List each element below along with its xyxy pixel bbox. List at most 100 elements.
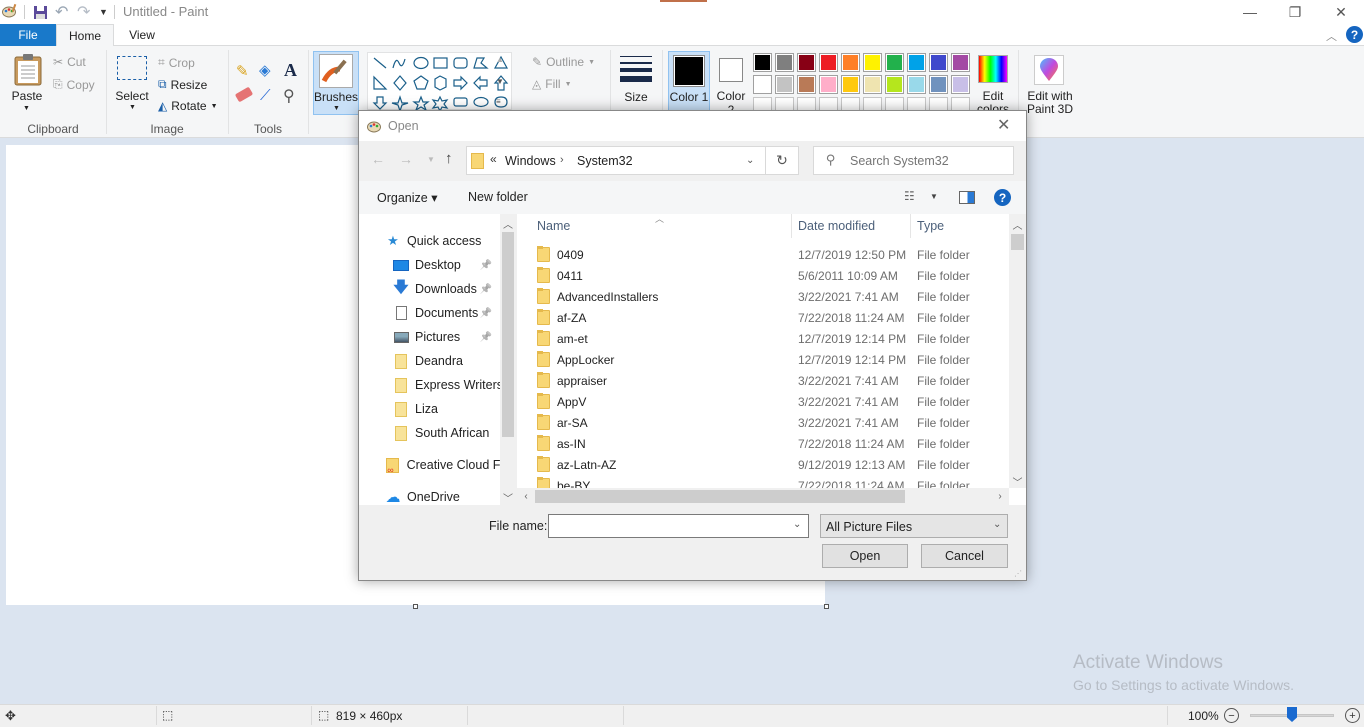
new-folder-button[interactable]: New folder <box>468 190 528 204</box>
tab-file[interactable]: File <box>0 24 56 46</box>
undo-icon[interactable]: ↶ <box>55 4 68 21</box>
paste-button[interactable]: Paste ▼ <box>8 52 46 116</box>
nav-item-onedrive[interactable]: ☁ OneDrive <box>359 485 504 509</box>
nav-scrollbar[interactable]: ︿ ﹀ <box>500 214 516 505</box>
address-dropdown-icon[interactable]: ⌄ <box>746 155 754 166</box>
zoom-out-button[interactable]: − <box>1224 708 1239 723</box>
nav-item-express-writers[interactable]: Express Writers <box>359 373 504 397</box>
color1-button[interactable]: Color 1 <box>668 51 710 113</box>
refresh-button[interactable]: ↻ <box>766 146 799 175</box>
edit-colors-icon[interactable] <box>978 55 1008 83</box>
custom-color-slot[interactable] <box>797 97 816 111</box>
breadcrumb-overflow-icon[interactable]: « <box>490 152 497 166</box>
file-name-dropdown-icon[interactable]: ⌄ <box>793 519 801 530</box>
customize-qat-icon[interactable]: ▼ <box>99 4 108 20</box>
palette-color-swatch[interactable] <box>797 53 816 72</box>
file-row[interactable]: ar-SA 3/22/2021 7:41 AM File folder <box>517 412 987 433</box>
file-hscrollbar[interactable]: ‹ › <box>517 488 1009 505</box>
palette-color-swatch[interactable] <box>863 75 882 94</box>
breadcrumb-separator-icon[interactable]: › <box>560 154 564 166</box>
file-row[interactable]: 0409 12/7/2019 12:50 PM File folder <box>517 244 987 265</box>
palette-color-swatch[interactable] <box>819 75 838 94</box>
back-button[interactable]: ← <box>371 151 385 167</box>
custom-color-slot[interactable] <box>863 97 882 111</box>
outline-button[interactable]: ✎ Outline ▼ <box>532 55 595 69</box>
change-view-icon[interactable]: ☷ <box>904 189 915 203</box>
cut-button[interactable]: ✂ Cut <box>53 55 86 69</box>
custom-color-slot[interactable] <box>951 97 970 111</box>
rotate-button[interactable]: ◭ Rotate ▼ <box>158 99 218 113</box>
file-name-combobox[interactable]: ⌄ <box>548 514 809 538</box>
file-name-input[interactable] <box>553 518 783 534</box>
palette-color-swatch[interactable] <box>841 53 860 72</box>
nav-item-downloads[interactable]: 🡇 Downloads 📌 <box>359 277 504 301</box>
file-scroll-down-icon[interactable]: ﹀ <box>1009 474 1026 489</box>
nav-item-creative-cloud-fil[interactable]: ∞ Creative Cloud Fil <box>359 453 504 477</box>
help-icon[interactable]: ? <box>1346 26 1363 43</box>
file-row[interactable]: af-ZA 7/22/2018 11:24 AM File folder <box>517 307 987 328</box>
zoom-in-button[interactable]: + <box>1345 708 1360 723</box>
file-scroll-left-icon[interactable]: ‹ <box>519 489 533 504</box>
palette-color-swatch[interactable] <box>753 75 772 94</box>
edit-colors-button[interactable]: Edit colors <box>972 90 1014 112</box>
magnifier-icon[interactable]: ⚲ <box>283 86 295 106</box>
nav-item-documents[interactable]: Documents 📌 <box>359 301 504 325</box>
custom-color-slot[interactable] <box>841 97 860 111</box>
nav-item-desktop[interactable]: Desktop 📌 <box>359 253 504 277</box>
palette-color-swatch[interactable] <box>819 53 838 72</box>
column-header-type[interactable]: Type <box>917 214 997 238</box>
file-row[interactable]: AppV 3/22/2021 7:41 AM File folder <box>517 391 987 412</box>
palette-color-swatch[interactable] <box>775 75 794 94</box>
custom-color-slot[interactable] <box>775 97 794 111</box>
nav-item-quick-access[interactable]: ★ Quick access <box>359 229 504 253</box>
size-button[interactable]: Size <box>616 52 656 112</box>
file-row[interactable]: AdvancedInstallers 3/22/2021 7:41 AM File … <box>517 286 987 307</box>
paint-app-icon[interactable] <box>2 3 18 19</box>
tab-home[interactable]: Home <box>56 24 114 47</box>
column-divider[interactable] <box>910 214 911 238</box>
resize-grip-icon[interactable]: ⋰ <box>1014 569 1022 578</box>
nav-item-liza[interactable]: Liza <box>359 397 504 421</box>
crop-button[interactable]: ⌗ Crop <box>158 55 195 70</box>
collapse-ribbon-icon[interactable]: ︿ <box>1326 28 1337 44</box>
maximize-button[interactable]: ❐ <box>1272 0 1318 24</box>
custom-color-slot[interactable] <box>819 97 838 111</box>
palette-color-swatch[interactable] <box>797 75 816 94</box>
tab-view[interactable]: View <box>116 24 168 46</box>
brushes-button[interactable]: Brushes ▼ <box>313 51 359 115</box>
paint3d-icon[interactable] <box>1034 55 1064 85</box>
palette-color-swatch[interactable] <box>907 53 926 72</box>
address-bar[interactable]: « Windows › System32 ⌄ <box>466 146 766 175</box>
file-type-select[interactable]: All Picture Files ⌄ <box>820 514 1008 538</box>
nav-scroll-up-icon[interactable]: ︿ <box>500 216 516 231</box>
file-vscroll-thumb[interactable] <box>1011 234 1024 250</box>
palette-color-swatch[interactable] <box>863 53 882 72</box>
file-vscrollbar[interactable]: ︿ ﹀ <box>1009 214 1026 489</box>
up-button[interactable]: ↑ <box>445 150 453 167</box>
file-row[interactable]: 0411 5/6/2011 10:09 AM File folder <box>517 265 987 286</box>
shapes-gallery[interactable] <box>367 52 512 113</box>
organize-button[interactable]: Organize ▾ <box>377 190 437 205</box>
color-picker-icon[interactable]: ⟋ <box>260 87 271 104</box>
resize-handle-corner[interactable] <box>824 604 829 609</box>
nav-item-deandra[interactable]: Deandra <box>359 349 504 373</box>
select-button[interactable]: Select ▼ <box>112 56 152 116</box>
custom-color-slot[interactable] <box>907 97 926 111</box>
palette-color-swatch[interactable] <box>775 53 794 72</box>
palette-color-swatch[interactable] <box>929 53 948 72</box>
palette-color-swatch[interactable] <box>951 53 970 72</box>
file-row[interactable]: as-IN 7/22/2018 11:24 AM File folder <box>517 433 987 454</box>
column-header-date[interactable]: Date modified <box>798 214 908 238</box>
copy-button[interactable]: ⎘ Copy <box>53 77 95 92</box>
file-row[interactable]: AppLocker 12/7/2019 12:14 PM File folder <box>517 349 987 370</box>
palette-color-swatch[interactable] <box>841 75 860 94</box>
fill-bucket-icon[interactable]: ◈ <box>259 61 271 79</box>
column-divider[interactable] <box>791 214 792 238</box>
open-button[interactable]: Open <box>822 544 908 568</box>
palette-color-swatch[interactable] <box>907 75 926 94</box>
view-dropdown-icon[interactable]: ▼ <box>930 192 938 201</box>
dialog-help-icon[interactable]: ? <box>994 189 1011 206</box>
palette-color-swatch[interactable] <box>885 75 904 94</box>
shapes-scroll-up-icon[interactable]: ▲ <box>496 55 504 64</box>
file-scroll-up-icon[interactable]: ︿ <box>1009 217 1026 232</box>
